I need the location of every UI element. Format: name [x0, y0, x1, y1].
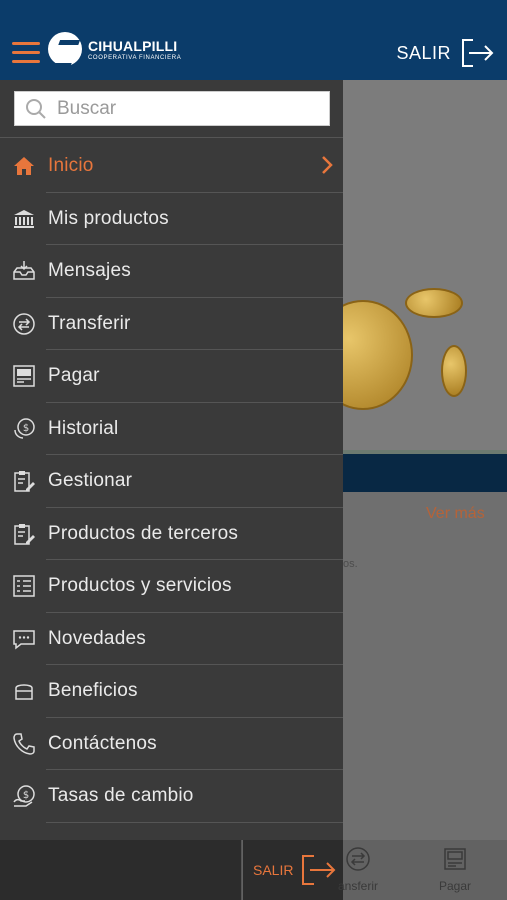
home-content-overlay: Ver más os.	[343, 80, 507, 840]
top-bar: CIHUALPILLI COOPERATIVA FINANCIERA SALIR	[0, 0, 507, 80]
phone-icon	[11, 731, 37, 757]
transfer-icon	[11, 311, 37, 337]
menu-item-label: Beneficios	[48, 680, 138, 702]
menu-item-contactenos[interactable]: Contáctenos	[0, 718, 343, 771]
brand-subtitle: COOPERATIVA FINANCIERA	[88, 54, 182, 61]
menu-item-label: Productos de terceros	[48, 522, 239, 544]
menu-item-label: Pagar	[48, 365, 100, 387]
menu-item-label: Mensajes	[48, 260, 131, 282]
menu-item-gestionar[interactable]: Gestionar	[0, 455, 343, 508]
coin-image	[441, 345, 467, 397]
menu-item-novedades[interactable]: Novedades	[0, 613, 343, 666]
menu-item-tasas-de-cambio[interactable]: $ Tasas de cambio	[0, 770, 343, 823]
bottom-bar: SALIR ansferir Pagar	[0, 840, 507, 900]
menu-item-transferir[interactable]: Transferir	[0, 298, 343, 351]
exchange-icon: $	[11, 783, 37, 809]
promo-banner	[343, 80, 507, 452]
hamburger-menu-icon[interactable]	[12, 42, 40, 64]
menu-item-label: Tasas de cambio	[48, 785, 194, 807]
pay-icon	[11, 363, 37, 389]
menu-item-label: Inicio	[48, 155, 94, 177]
coin-image	[405, 288, 463, 318]
search-icon	[26, 98, 46, 119]
tab-pay[interactable]: Pagar	[425, 846, 485, 893]
menu-item-mis-productos[interactable]: Mis productos	[0, 193, 343, 246]
tab-pay-label: Pagar	[438, 879, 472, 893]
menu-item-mensajes[interactable]: Mensajes	[0, 245, 343, 298]
menu-item-label: Contáctenos	[48, 732, 157, 754]
menu-item-label: Transferir	[48, 312, 131, 334]
search-input[interactable]	[57, 97, 317, 120]
menu-item-beneficios[interactable]: Beneficios	[0, 665, 343, 718]
menu-item-productos-y-servicios[interactable]: Productos y servicios	[0, 560, 343, 613]
menu-item-label: Productos y servicios	[48, 575, 232, 597]
svg-text:$: $	[23, 790, 29, 801]
tab-transfer[interactable]: ansferir	[328, 846, 388, 893]
menu-item-historial[interactable]: $ Historial	[0, 403, 343, 456]
pay-icon	[444, 848, 466, 870]
menu-item-label: Historial	[48, 417, 119, 439]
search-box[interactable]	[14, 91, 330, 126]
drawer-logout-label: SALIR	[253, 862, 294, 878]
inbox-icon	[11, 258, 37, 284]
menu-item-productos-de-terceros[interactable]: Productos de terceros	[0, 508, 343, 561]
bank-icon	[11, 206, 37, 232]
menu-item-label: Gestionar	[48, 470, 133, 492]
history-icon: $	[11, 416, 37, 442]
logout-label: SALIR	[396, 42, 451, 63]
logo-mark-icon	[48, 32, 82, 66]
banner-stripe	[343, 450, 507, 492]
chevron-right-icon	[322, 156, 333, 174]
see-more-link[interactable]: Ver más	[426, 505, 485, 523]
menu-item-pagar[interactable]: Pagar	[0, 350, 343, 403]
third-party-icon	[11, 521, 37, 547]
logout-button[interactable]: SALIR	[396, 38, 495, 68]
background-text: os.	[343, 558, 358, 570]
menu-item-inicio[interactable]: Inicio	[0, 140, 343, 193]
transfer-icon	[346, 847, 370, 871]
menu-item-label: Mis productos	[48, 207, 169, 229]
drawer-menu: Inicio Mis productos Mensajes Transferir…	[0, 140, 343, 823]
svg-text:$: $	[23, 423, 29, 434]
news-icon	[11, 626, 37, 652]
logout-icon	[462, 39, 494, 67]
benefits-icon	[11, 678, 37, 704]
services-icon	[11, 573, 37, 599]
navigation-drawer: Inicio Mis productos Mensajes Transferir…	[0, 80, 343, 840]
brand-logo: CIHUALPILLI COOPERATIVA FINANCIERA	[48, 32, 181, 66]
tab-transfer-label: ansferir	[337, 879, 378, 893]
home-icon	[11, 153, 37, 179]
menu-item-label: Novedades	[48, 627, 146, 649]
bottom-bar-left	[0, 840, 242, 900]
manage-icon	[11, 468, 37, 494]
search-section	[0, 80, 343, 138]
brand-title: CIHUALPILLI	[88, 37, 178, 54]
coin-image	[343, 300, 413, 410]
